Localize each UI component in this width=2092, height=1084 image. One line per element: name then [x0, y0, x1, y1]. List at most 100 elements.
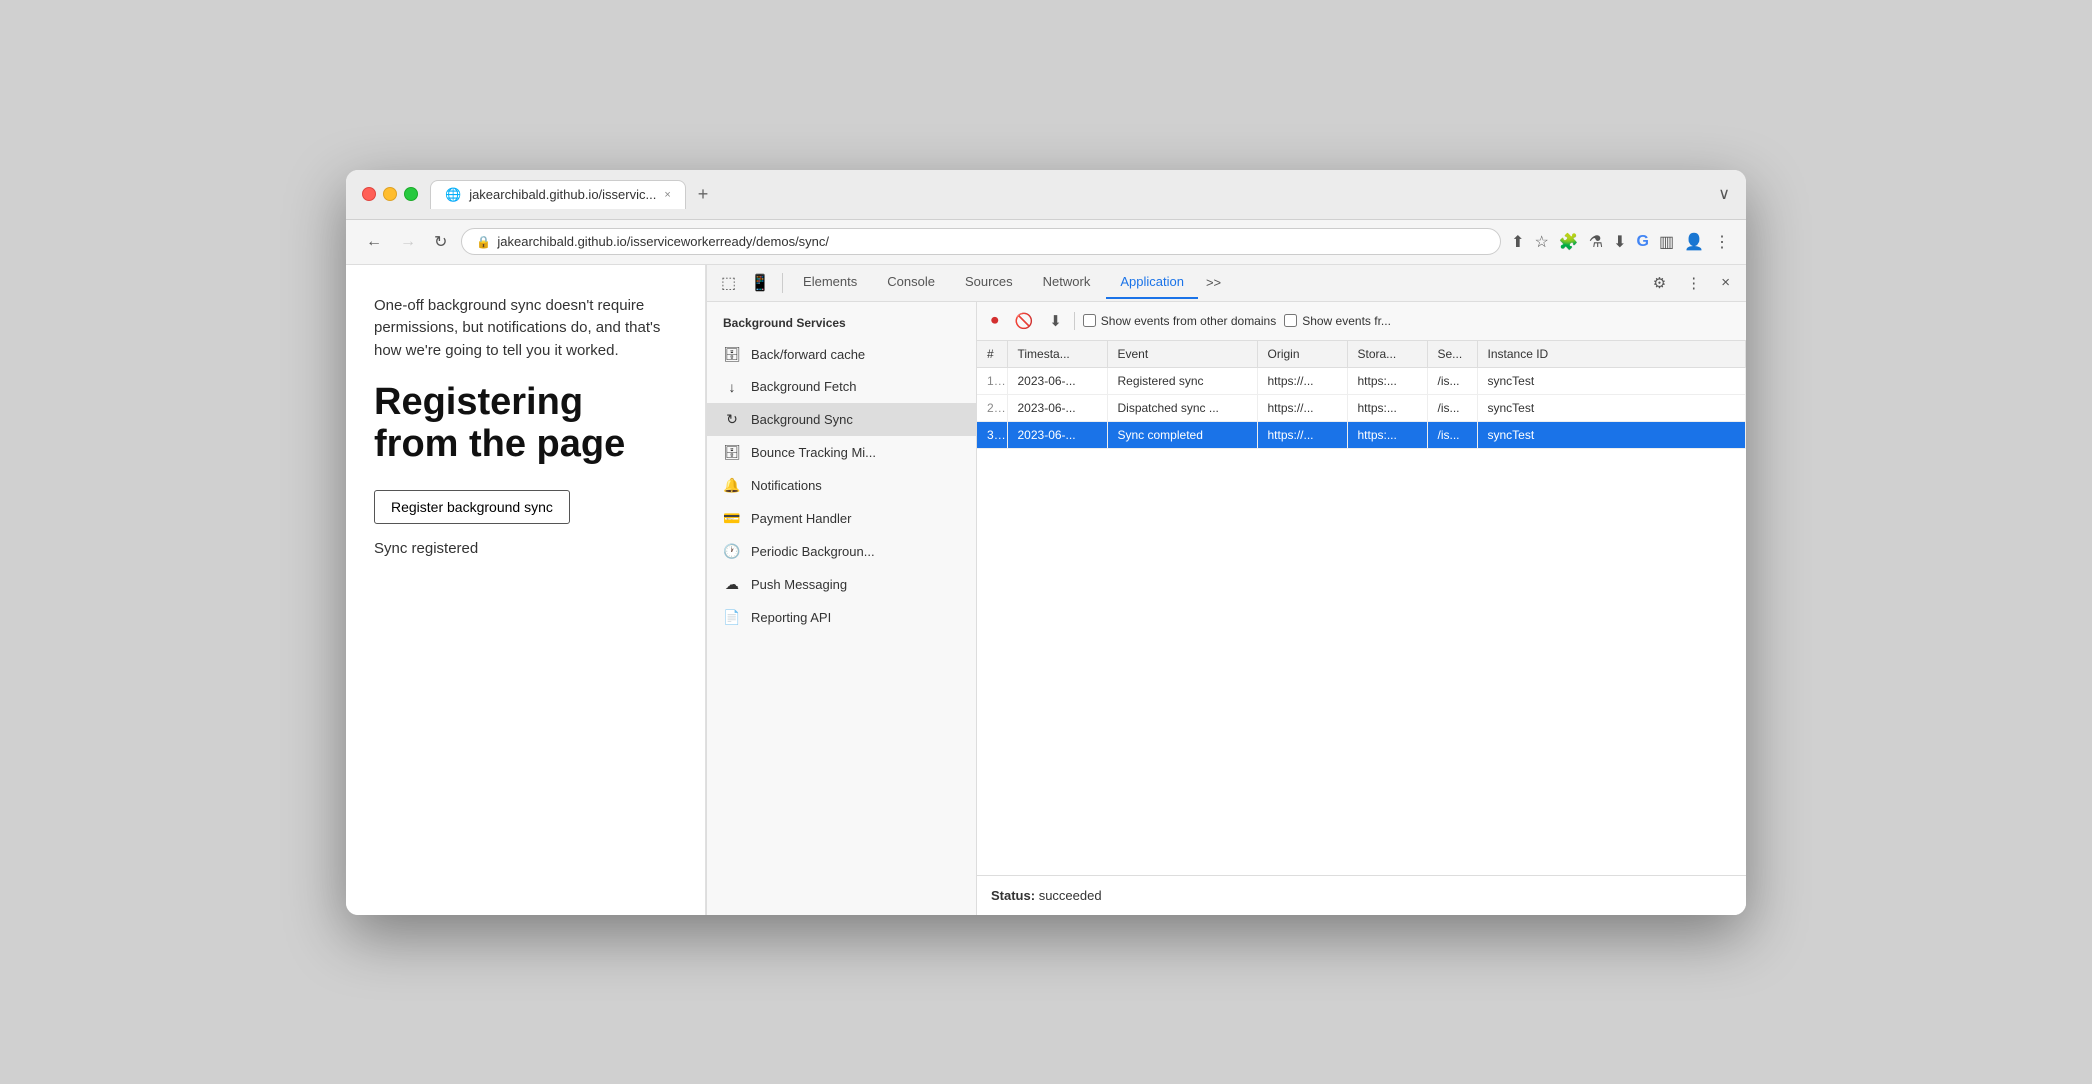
forward-button[interactable]: →: [396, 229, 420, 255]
tab-console[interactable]: Console: [873, 266, 949, 299]
extensions-icon[interactable]: 🧩: [1559, 232, 1579, 252]
sidebar-item-payment-handler[interactable]: 💳 Payment Handler: [707, 502, 976, 535]
maximize-button[interactable]: [404, 187, 418, 201]
cell-instance-id: syncTest: [1477, 421, 1746, 448]
sidebar-item-background-fetch[interactable]: ↓ Background Fetch: [707, 371, 976, 403]
tab-sources[interactable]: Sources: [951, 266, 1027, 299]
events-fr-input[interactable]: [1284, 314, 1297, 327]
new-tab-button[interactable]: +: [690, 180, 717, 209]
sidebar-item-push-messaging[interactable]: ☁ Push Messaging: [707, 568, 976, 601]
download-icon[interactable]: ⬇: [1613, 232, 1626, 252]
close-button[interactable]: [362, 187, 376, 201]
cell-event: Sync completed: [1107, 421, 1257, 448]
clear-button[interactable]: 🚫: [1011, 308, 1038, 334]
sidebar-item-label: Push Messaging: [751, 577, 847, 592]
cell-storage: https:...: [1347, 394, 1427, 421]
devtools-settings-button[interactable]: ⚙: [1645, 268, 1674, 298]
table-row-selected[interactable]: 3. 2023-06-... Sync completed https://..…: [977, 421, 1746, 448]
sidebar-item-label: Periodic Backgroun...: [751, 544, 875, 559]
address-bar: ← → ↻ 🔒 jakearchibald.github.io/isservic…: [346, 220, 1746, 265]
devtools-close-button[interactable]: ×: [1713, 268, 1738, 297]
cell-num: 1.: [977, 367, 1007, 394]
download-events-button[interactable]: ⬇: [1045, 308, 1066, 334]
sidebar-toggle-icon[interactable]: ▥: [1659, 232, 1674, 252]
inspect-element-icon[interactable]: ⬚: [715, 265, 742, 301]
cell-instance-id: syncTest: [1477, 394, 1746, 421]
bounce-tracking-icon: 🗄: [723, 444, 741, 461]
sidebar-item-label: Notifications: [751, 478, 822, 493]
status-value: succeeded: [1039, 888, 1102, 903]
cell-num: 2.: [977, 394, 1007, 421]
devtools-body: Background Services 🗄 Back/forward cache…: [707, 302, 1746, 915]
cell-origin: https://...: [1257, 421, 1347, 448]
sidebar-item-label: Back/forward cache: [751, 347, 865, 362]
cell-timestamp: 2023-06-...: [1007, 394, 1107, 421]
col-se[interactable]: Se...: [1427, 341, 1477, 368]
minimize-button[interactable]: [383, 187, 397, 201]
table-row[interactable]: 2. 2023-06-... Dispatched sync ... https…: [977, 394, 1746, 421]
page-heading: Registering from the page: [374, 382, 677, 466]
sidebar-item-periodic-background[interactable]: 🕐 Periodic Backgroun...: [707, 535, 976, 568]
sidebar-item-label: Bounce Tracking Mi...: [751, 445, 876, 460]
other-domains-input[interactable]: [1083, 314, 1096, 327]
payment-handler-icon: 💳: [723, 510, 741, 527]
record-button[interactable]: ⏺: [987, 308, 1003, 333]
tab-favicon: 🌐: [445, 187, 461, 203]
devtools-sidebar: Background Services 🗄 Back/forward cache…: [707, 302, 977, 915]
status-panel: Status: succeeded: [977, 875, 1746, 915]
refresh-button[interactable]: ↻: [430, 228, 451, 256]
notifications-icon: 🔔: [723, 477, 741, 494]
sidebar-item-background-sync[interactable]: ↻ Background Sync: [707, 403, 976, 436]
browser-window: 🌐 jakearchibald.github.io/isservic... × …: [346, 170, 1746, 915]
browser-toolbar: ⬆ ☆ 🧩 ⚗ ⬇ G ▥ 👤 ⋮: [1511, 232, 1730, 252]
tab-application[interactable]: Application: [1106, 266, 1198, 299]
show-events-fr-checkbox[interactable]: Show events fr...: [1284, 314, 1391, 328]
tab-elements[interactable]: Elements: [789, 266, 871, 299]
sidebar-section-title: Background Services: [707, 302, 976, 338]
col-instance-id[interactable]: Instance ID: [1477, 341, 1746, 368]
register-sync-button[interactable]: Register background sync: [374, 490, 570, 524]
sidebar-item-back-forward-cache[interactable]: 🗄 Back/forward cache: [707, 338, 976, 371]
table-row[interactable]: 1. 2023-06-... Registered sync https://.…: [977, 367, 1746, 394]
tab-network[interactable]: Network: [1029, 266, 1105, 299]
more-tabs-button[interactable]: >>: [1200, 267, 1227, 298]
devtools-main-panel: ⏺ 🚫 ⬇ Show events from other domains Sho…: [977, 302, 1746, 915]
col-timestamp[interactable]: Timestа...: [1007, 341, 1107, 368]
tab-close-button[interactable]: ×: [664, 189, 670, 201]
lab-icon[interactable]: ⚗: [1589, 232, 1603, 252]
sidebar-item-notifications[interactable]: 🔔 Notifications: [707, 469, 976, 502]
menu-icon[interactable]: ⋮: [1714, 232, 1730, 252]
periodic-background-icon: 🕐: [723, 543, 741, 560]
background-sync-icon: ↻: [723, 411, 741, 428]
devtools-more-button[interactable]: ⋮: [1678, 268, 1709, 298]
events-table: # Timestа... Event Origin Storа... Se...…: [977, 341, 1746, 875]
traffic-lights: [362, 187, 418, 201]
profile-icon[interactable]: 👤: [1684, 232, 1704, 252]
sidebar-item-bounce-tracking[interactable]: 🗄 Bounce Tracking Mi...: [707, 436, 976, 469]
address-input[interactable]: 🔒 jakearchibald.github.io/isserviceworke…: [461, 228, 1501, 255]
background-fetch-icon: ↓: [723, 379, 741, 395]
cell-origin: https://...: [1257, 367, 1347, 394]
devtools-panel: ⬚ 📱 Elements Console Sources Network App…: [706, 265, 1746, 915]
address-host: jakearchibald.github.io: [497, 234, 626, 249]
sidebar-item-reporting-api[interactable]: 📄 Reporting API: [707, 601, 976, 634]
cell-storage: https:...: [1347, 367, 1427, 394]
col-storage[interactable]: Storа...: [1347, 341, 1427, 368]
bookmark-icon[interactable]: ☆: [1534, 232, 1548, 252]
sync-status: Sync registered: [374, 540, 677, 557]
share-icon[interactable]: ⬆: [1511, 232, 1524, 252]
google-icon: G: [1637, 233, 1649, 251]
tab-separator: [782, 273, 783, 293]
cell-timestamp: 2023-06-...: [1007, 367, 1107, 394]
cell-se: /is...: [1427, 367, 1477, 394]
cell-instance-id: syncTest: [1477, 367, 1746, 394]
sidebar-item-label: Background Sync: [751, 412, 853, 427]
active-tab[interactable]: 🌐 jakearchibald.github.io/isservic... ×: [430, 180, 686, 209]
col-origin[interactable]: Origin: [1257, 341, 1347, 368]
show-other-domains-checkbox[interactable]: Show events from other domains: [1083, 314, 1276, 328]
col-event[interactable]: Event: [1107, 341, 1257, 368]
back-button[interactable]: ←: [362, 229, 386, 255]
device-toolbar-icon[interactable]: 📱: [744, 265, 776, 301]
tab-overflow-button[interactable]: ∨: [1718, 184, 1730, 204]
cell-num: 3.: [977, 421, 1007, 448]
